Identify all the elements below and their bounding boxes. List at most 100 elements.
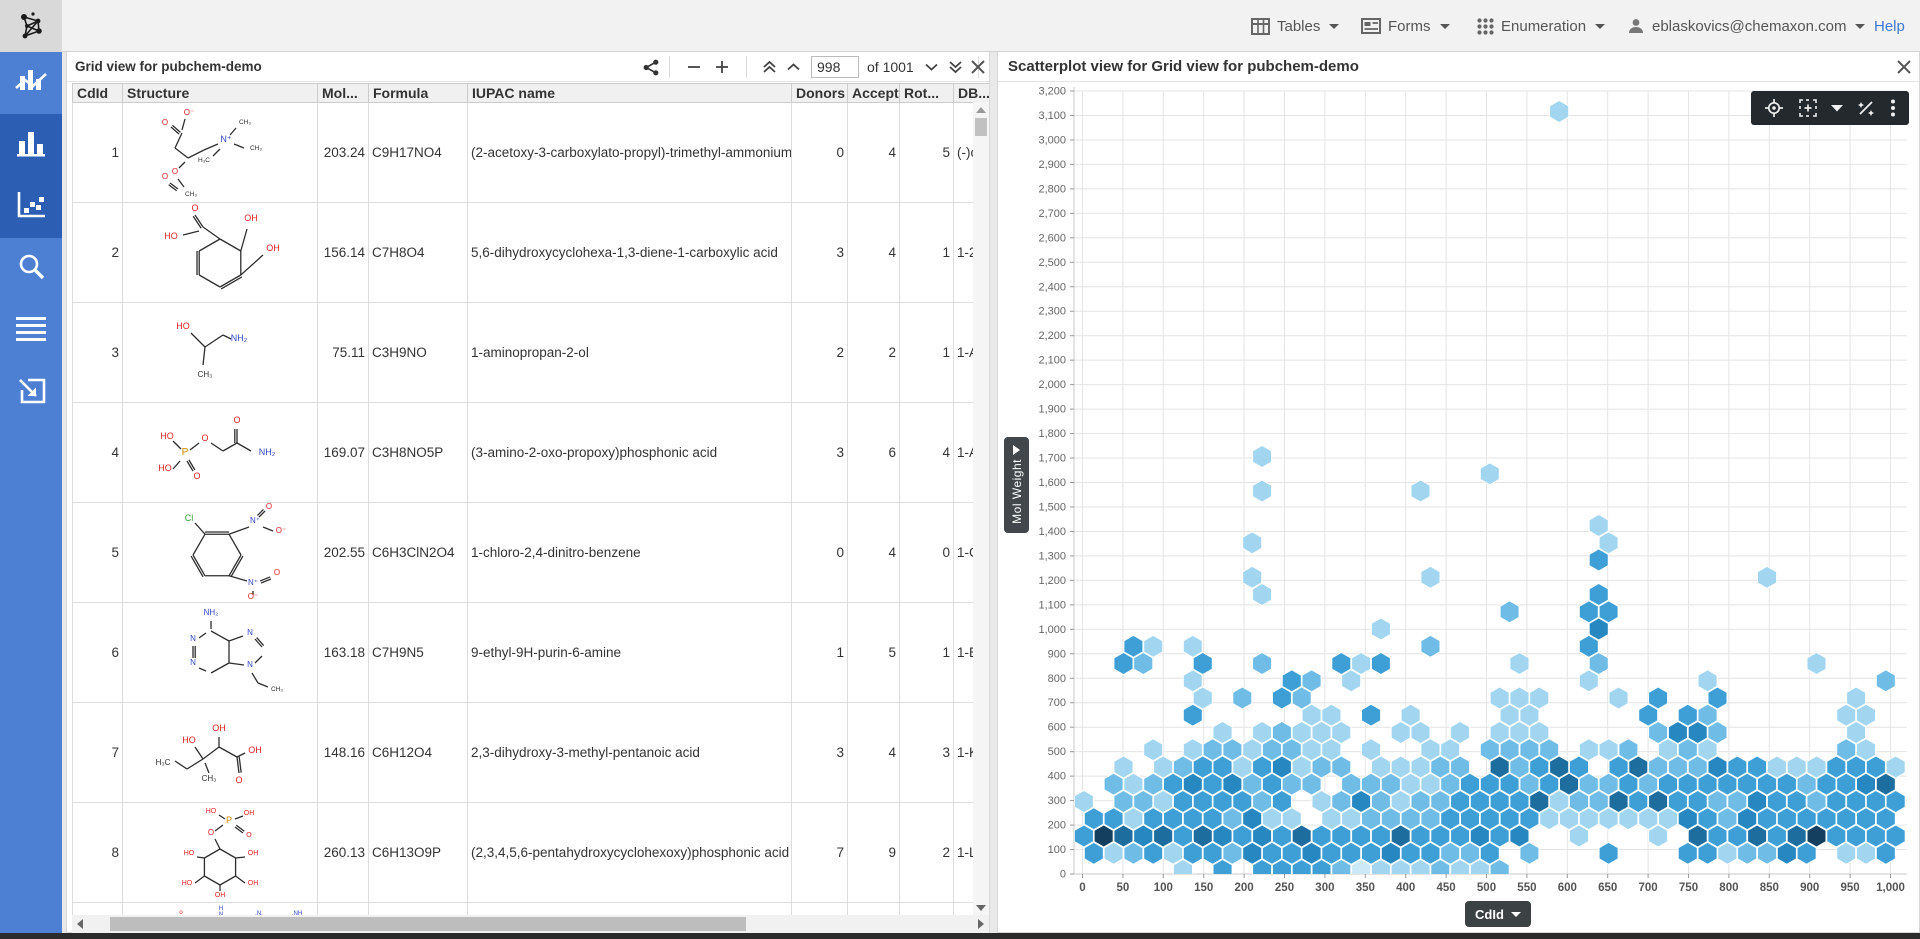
- prev-page-icon[interactable]: [781, 54, 805, 80]
- vscroll-thumb[interactable]: [975, 118, 987, 136]
- menu-tables[interactable]: Tables: [1251, 0, 1339, 52]
- column-header-cdid[interactable]: CdId: [73, 84, 123, 103]
- bottom-taskbar-strip: [0, 933, 1920, 939]
- first-page-icon[interactable]: [757, 54, 781, 80]
- column-header-accept[interactable]: Accept: [848, 84, 900, 103]
- scroll-down-icon[interactable]: [973, 900, 989, 915]
- sidebar-item-bar-chart-view[interactable]: [0, 114, 62, 176]
- grid-horizontal-scrollbar[interactable]: [72, 915, 989, 933]
- cell-structure: OPHOOHOHOOHHOOHOH: [123, 803, 318, 903]
- zoom-to-fit-icon[interactable]: [1764, 98, 1784, 118]
- toggle-selection-icon[interactable]: [1856, 98, 1876, 118]
- grid-vertical-scrollbar[interactable]: [973, 102, 989, 915]
- x-tick-label: 900: [1800, 882, 1819, 894]
- scatterplot-canvas[interactable]: 01002003004005006007008009001,0001,1001,…: [998, 82, 1919, 933]
- cell-rotatable: [900, 903, 954, 916]
- menu-enumeration[interactable]: Enumeration: [1477, 0, 1605, 52]
- svg-text:H₃C: H₃C: [198, 157, 210, 164]
- column-header-donors[interactable]: Donors: [792, 84, 848, 103]
- cell-iupac: 1-chloro-2,4-dinitro-benzene: [468, 503, 792, 603]
- next-page-icon[interactable]: [920, 54, 944, 80]
- cell-molweight: 169.07: [318, 403, 369, 503]
- column-header-iupacname[interactable]: IUPAC name: [468, 84, 792, 103]
- cell-acceptors: 4: [848, 503, 900, 603]
- cell-formula: C9H17NO4: [369, 103, 468, 203]
- cell-acceptors: 4: [848, 103, 900, 203]
- y-tick-label: 300: [1048, 795, 1066, 807]
- table-row[interactable]: 2OHOOHOH156.14C7H8O45,6-dihydroxycyclohe…: [73, 203, 990, 303]
- cell-structure: oHN.N..NH: [123, 903, 318, 916]
- cell-formula: C3H9NO: [369, 303, 468, 403]
- share-icon[interactable]: [643, 54, 659, 80]
- hexbin-layer[interactable]: [1074, 101, 1905, 882]
- table-row[interactable]: 1O⁻OOOCH₃N⁺CH₃CH₃H₃C203.24C9H17NO4(2-ace…: [73, 103, 990, 203]
- table-row[interactable]: 4PHOHOOOONH₂169.07C3H8NO5P(3-amino-2-oxo…: [73, 403, 990, 503]
- cell-structure: O⁻OOOCH₃N⁺CH₃CH₃H₃C: [123, 103, 318, 203]
- scroll-left-icon[interactable]: [72, 915, 88, 933]
- column-header-db[interactable]: DB...: [954, 84, 990, 103]
- more-options-icon[interactable]: [1890, 98, 1896, 118]
- scroll-right-icon[interactable]: [973, 915, 989, 933]
- scatter-close-button[interactable]: [1894, 57, 1914, 77]
- chevron-down-icon: [1595, 24, 1605, 29]
- column-header-structure[interactable]: Structure: [123, 84, 318, 103]
- sidebar-item-list-view[interactable]: [0, 300, 62, 362]
- selection-mode-icon[interactable]: [1798, 98, 1818, 118]
- last-page-icon[interactable]: [944, 54, 968, 80]
- svg-text:N: N: [247, 660, 253, 669]
- zoom-in-button[interactable]: [708, 54, 736, 80]
- x-tick-label: 300: [1315, 882, 1334, 894]
- help-link[interactable]: Help: [1874, 0, 1905, 52]
- grid-close-button[interactable]: [968, 57, 988, 77]
- svg-text:HO: HO: [164, 231, 178, 241]
- y-tick-label: 3,100: [1038, 110, 1066, 122]
- zoom-out-button[interactable]: [680, 54, 708, 80]
- y-tick-label: 2,100: [1038, 355, 1066, 367]
- sidebar-item-export-view[interactable]: [0, 362, 62, 424]
- cell-formula: C3H8NO5P: [369, 403, 468, 503]
- y-tick-label: 2,200: [1038, 330, 1066, 342]
- cell-donors: 1: [792, 603, 848, 703]
- svg-text:N: N: [190, 634, 196, 643]
- table-row[interactable]: 7H₃CHOCH₃OHOHO148.16C6H12O42,3-dihydroxy…: [73, 703, 990, 803]
- y-tick-label: 1,100: [1038, 599, 1066, 611]
- app-logo[interactable]: [0, 0, 62, 52]
- cell-cdid: [73, 903, 123, 916]
- scroll-up-icon[interactable]: [973, 102, 989, 117]
- svg-text:O: O: [162, 172, 168, 181]
- svg-text:CH₃: CH₃: [202, 774, 217, 783]
- x-tick-label: 550: [1517, 882, 1536, 894]
- x-tick-label: 50: [1117, 882, 1130, 894]
- column-header-rot[interactable]: Rot...: [900, 84, 954, 103]
- table-row[interactable]: 6NH₂NNNNCH₃163.18C7H9N59-ethyl-9H-purin-…: [73, 603, 990, 703]
- y-tick-label: 500: [1048, 746, 1066, 758]
- hscroll-thumb[interactable]: [110, 917, 746, 931]
- cell-molweight: 260.13: [318, 803, 369, 903]
- x-axis-field-button[interactable]: CdId: [1465, 901, 1531, 927]
- table-icon: [1251, 18, 1270, 35]
- table-row[interactable]: 3HONH₂CH₃75.11C3H9NO1-aminopropan-2-ol22…: [73, 303, 990, 403]
- menu-forms[interactable]: Forms: [1361, 0, 1450, 52]
- svg-text:NH₂: NH₂: [231, 333, 248, 343]
- y-tick-label: 1,800: [1038, 428, 1066, 440]
- table-row[interactable]: 8OPHOOHOHOOHHOOHOH260.13C6H13O9P(2,3,4,5…: [73, 803, 990, 903]
- cell-cdid: 2: [73, 203, 123, 303]
- y-tick-label: 1,500: [1038, 501, 1066, 513]
- x-tick-label: 600: [1558, 882, 1577, 894]
- selection-mode-caret[interactable]: [1831, 104, 1843, 112]
- chevron-down-icon: [1329, 24, 1339, 29]
- table-row[interactable]: 5ClN⁺OO⁻N⁺OO⁻202.55C6H3ClN2O41-chloro-2,…: [73, 503, 990, 603]
- table-row[interactable]: oHN.N..NH: [73, 903, 990, 916]
- y-axis-field-button[interactable]: Mol Weight: [1004, 437, 1029, 533]
- chevron-down-icon: [1440, 24, 1450, 29]
- sidebar-item-scatter-chart-view[interactable]: [0, 176, 62, 238]
- sidebar-item-search[interactable]: [0, 238, 62, 300]
- menu-user[interactable]: eblaskovics@chemaxon.com: [1627, 0, 1865, 52]
- page-number-input[interactable]: [811, 56, 859, 78]
- svg-text:O: O: [235, 775, 242, 785]
- column-header-mol[interactable]: Mol...: [318, 84, 369, 103]
- cell-donors: [792, 903, 848, 916]
- sidebar-item-combo-chart-view[interactable]: [0, 52, 62, 114]
- cell-structure: OHOOHOH: [123, 203, 318, 303]
- column-header-formula[interactable]: Formula: [369, 84, 468, 103]
